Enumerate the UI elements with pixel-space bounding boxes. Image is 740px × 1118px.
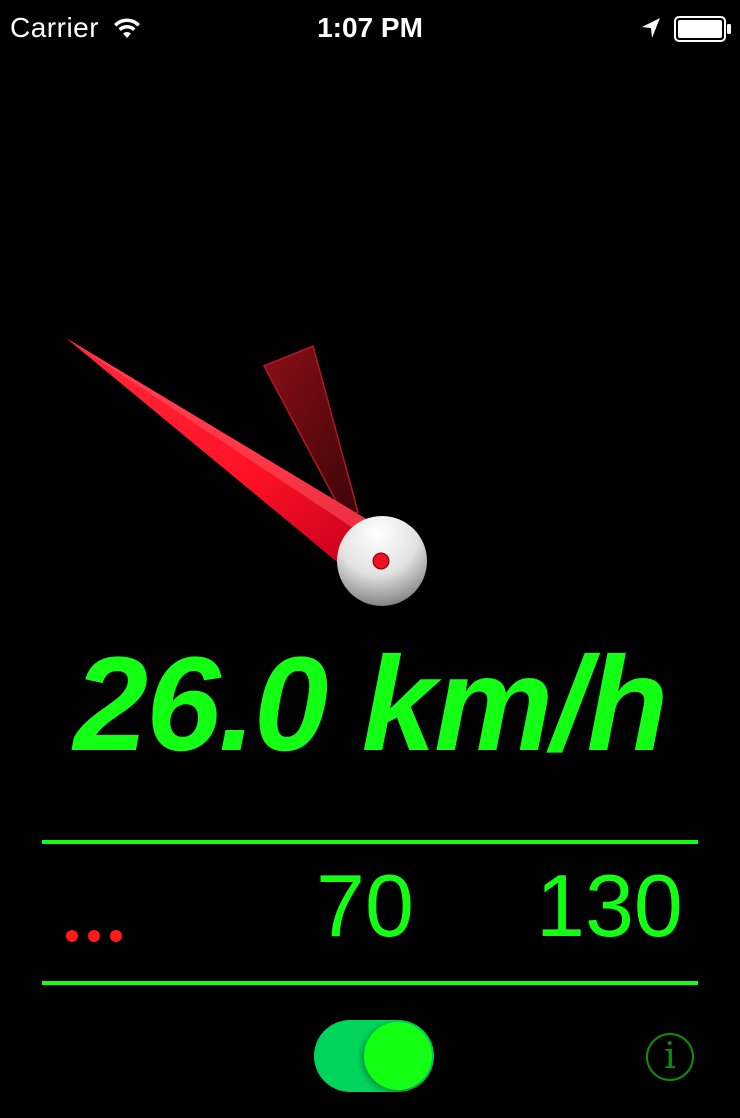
- limit-indicator-dots: [64, 930, 128, 946]
- hub-center-dot: [372, 552, 390, 570]
- speed-gauge: [66, 338, 427, 606]
- indicator-dot: [110, 930, 122, 942]
- battery-icon: [674, 16, 731, 42]
- toggle-knob: [364, 1022, 432, 1090]
- status-time: 1:07 PM: [317, 12, 423, 43]
- info-button[interactable]: i: [646, 1033, 694, 1081]
- divider-top: [42, 840, 698, 844]
- speed-limit-current[interactable]: 70: [316, 862, 414, 950]
- divider-bottom: [42, 981, 698, 985]
- speed-limit-max[interactable]: 130: [536, 862, 683, 950]
- location-arrow-icon: [642, 18, 660, 38]
- alert-toggle[interactable]: [314, 1020, 434, 1092]
- indicator-dot: [66, 930, 78, 942]
- speed-readout: 26.0 km/h: [73, 630, 669, 779]
- status-bar: Carrier 1:07 PM: [0, 0, 740, 60]
- indicator-dot: [88, 930, 100, 942]
